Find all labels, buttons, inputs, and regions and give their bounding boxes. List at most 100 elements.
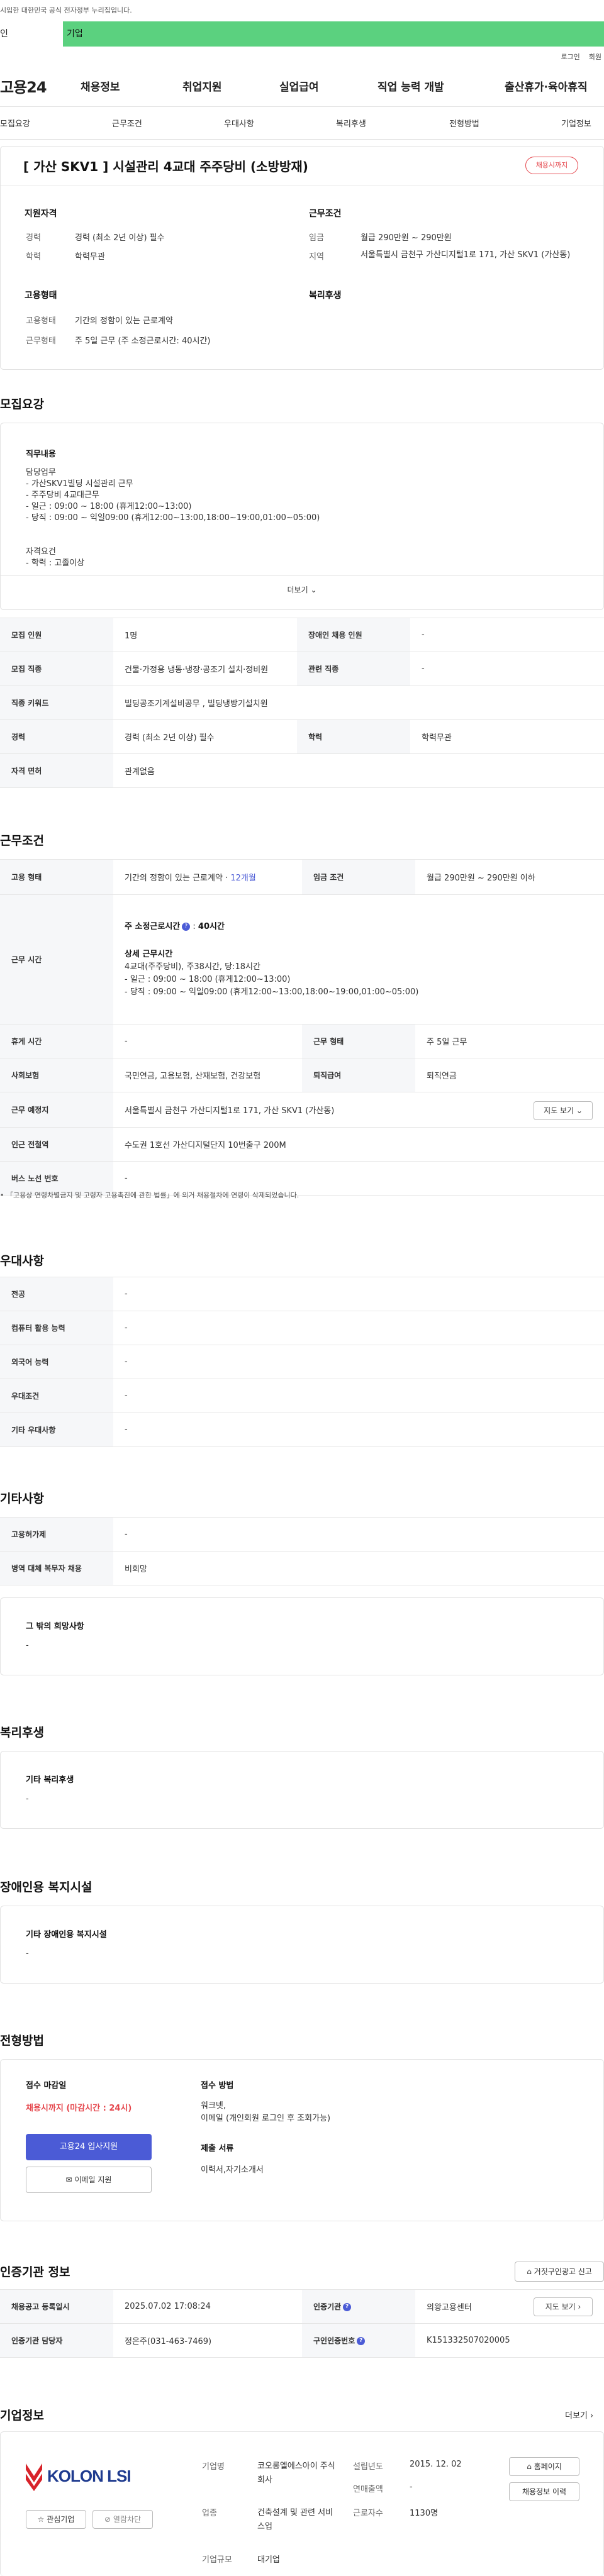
qualify-heading: 지원자격 bbox=[25, 209, 57, 219]
table-row: 근무 예정지 서울특별시 금천구 가산디지털1로 171, 가산 SKV1 (가… bbox=[0, 1092, 604, 1128]
menu-parental-leave[interactable]: 출산휴가·육아휴직 bbox=[505, 78, 588, 94]
wish-title: 그 밖의 희망사항 bbox=[26, 1622, 84, 1631]
gov-notice: 시입한 대한민국 공식 전자정부 누리집입니다. bbox=[0, 0, 604, 21]
conditions-heading: 근무조건 bbox=[0, 834, 44, 848]
login-link[interactable]: 로그인 bbox=[561, 52, 579, 65]
docs-title: 제출 서류 bbox=[201, 2144, 234, 2153]
tab-selection[interactable]: 전형방법 bbox=[449, 117, 479, 129]
cert-map-button[interactable]: 지도 보기 › bbox=[534, 2297, 593, 2316]
home-icon: ⌂ bbox=[527, 2462, 532, 2471]
menu-training[interactable]: 직업 능력 개발 bbox=[378, 78, 505, 94]
company-name-label: 기업명 bbox=[202, 2462, 225, 2472]
util-links: 로그인 회원 bbox=[0, 52, 604, 65]
region-label: 지역 bbox=[309, 252, 324, 262]
company-heading: 기업정보 bbox=[0, 2409, 44, 2423]
founded-label: 설립년도 bbox=[353, 2462, 383, 2472]
table-row: 휴게 시간 - 근무 형태 주 5일 근무 bbox=[0, 1024, 604, 1058]
employees-label: 근로자수 bbox=[353, 2509, 383, 2518]
table-row: 모집 직종 건물·가정용 냉동·냉장·공조기 설치·정비원 관련 직종 - bbox=[0, 652, 604, 686]
tab-welfare[interactable]: 복리후생 bbox=[336, 117, 366, 129]
favorite-company-button[interactable]: ☆ 관심기업 bbox=[26, 2510, 86, 2529]
info-icon[interactable]: ? bbox=[357, 2337, 366, 2345]
chevron-right-icon: › bbox=[578, 2302, 581, 2311]
menu-jobs[interactable]: 채용정보 bbox=[81, 78, 182, 94]
worktype-value: 주 5일 근무 (주 소정근로시간: 40시간) bbox=[75, 336, 211, 346]
edu-value: 학력무관 bbox=[75, 252, 105, 262]
site-logo[interactable]: 고용24 bbox=[0, 75, 81, 97]
map-button[interactable]: 지도 보기 ⌄ bbox=[534, 1101, 593, 1120]
company-logo: KOLON LSI bbox=[25, 2457, 157, 2495]
company-card: KOLON LSI ☆ 관심기업 ⊘ 열람차단 기업명 코오롱엘에스아이 주식회… bbox=[0, 2431, 604, 2576]
table-row: 인근 전철역 수도권 1호선 가산디지털단지 10번출구 200M bbox=[0, 1127, 604, 1162]
table-row: 인증기관 담당자 정은주(031-463-7469) 구인인증번호? K1513… bbox=[0, 2323, 604, 2358]
homepage-button[interactable]: ⌂ 홈페이지 bbox=[509, 2457, 579, 2476]
tab-company[interactable]: 기업정보 bbox=[561, 117, 591, 129]
tab-recruit[interactable]: 모집요강 bbox=[0, 117, 30, 129]
table-row: 컴퓨터 활용 능력 - bbox=[0, 1311, 604, 1345]
welfare-card: 기타 복리후생 - bbox=[0, 1751, 604, 1829]
recruit-heading: 모집요강 bbox=[0, 397, 44, 411]
wish-value: - bbox=[26, 1641, 29, 1650]
tab-company[interactable]: 기업 bbox=[63, 21, 83, 47]
wage-label: 임금 bbox=[309, 233, 324, 243]
cert-heading: 인증기관 정보 bbox=[0, 2265, 70, 2279]
mail-icon: ✉ bbox=[65, 2175, 72, 2184]
summary-card: [ 가산 SKV1 ] 시설관리 4교대 주주당비 (소방방재) 채용시까지 지… bbox=[0, 146, 604, 370]
size-label: 기업규모 bbox=[202, 2555, 232, 2565]
kolon-emblem-icon bbox=[26, 2463, 42, 2491]
size-value: 대기업 bbox=[257, 2555, 280, 2565]
age-notice: • 「고용상 연령차별금지 및 고령자 고용촉진에 관한 법률」에 의거 채용절… bbox=[0, 1191, 299, 1199]
wish-card: 그 밖의 희망사항 - bbox=[0, 1597, 604, 1675]
table-row: 모집 인원 1명 장애인 채용 인원 - bbox=[0, 618, 604, 652]
welfare-card-value: - bbox=[26, 1794, 29, 1804]
welfare-heading: 복리후생 bbox=[309, 291, 342, 301]
disabled-card: 기타 장애인용 복지시설 - bbox=[0, 1906, 604, 1984]
chevron-down-icon: ⌄ bbox=[576, 1106, 583, 1115]
wage-value: 월급 290만원 ~ 290만원 bbox=[361, 233, 452, 243]
emptype-label: 고용형태 bbox=[26, 316, 56, 326]
table-row: 병역 대체 복무자 채용 비희망 bbox=[0, 1551, 604, 1585]
welfare-heading-section: 복리후생 bbox=[0, 1726, 44, 1740]
job-desc-title: 직무내용 bbox=[26, 450, 56, 459]
table-row: 외국어 능력 - bbox=[0, 1345, 604, 1379]
table-row: 채용공고 등록일시 2025.07.02 17:08:24 인증기관? 의왕고용… bbox=[0, 2289, 604, 2324]
job-desc-card: 직무내용 담당업무 - 가산SKV1빌딩 시설관리 근무 - 주주당비 4교대근… bbox=[0, 423, 604, 610]
tab-preference[interactable]: 우대사항 bbox=[224, 117, 254, 129]
employees-value: 1130명 bbox=[410, 2509, 439, 2518]
star-icon: ☆ bbox=[37, 2515, 45, 2524]
table-row: 기타 우대사항 - bbox=[0, 1413, 604, 1447]
info-icon[interactable]: ? bbox=[343, 2303, 352, 2311]
disabled-card-title: 기타 장애인용 복지시설 bbox=[26, 1930, 107, 1940]
join-link[interactable]: 회원 bbox=[589, 52, 601, 65]
selection-heading: 전형방법 bbox=[0, 2034, 44, 2048]
table-row: 직종 키워드 빌딩공조기계설비공무 , 빌딩냉방기설치원 bbox=[0, 686, 604, 720]
block-company-button[interactable]: ⊘ 열람차단 bbox=[92, 2510, 153, 2529]
other-table: 고용허가제 - 병역 대체 복무자 채용 비희망 bbox=[0, 1517, 604, 1585]
table-row: 고용허가제 - bbox=[0, 1517, 604, 1552]
section-tabs: 모집요강 근무조건 우대사항 복리후생 전형방법 기업정보 bbox=[0, 107, 604, 140]
company-more-link[interactable]: 더보기 › bbox=[565, 2409, 593, 2421]
apply-button[interactable]: 고용24 입사지원 bbox=[26, 2134, 152, 2160]
method-title: 접수 방법 bbox=[201, 2081, 234, 2090]
tab-conditions[interactable]: 근무조건 bbox=[112, 117, 142, 129]
emptype-value: 기간의 정함이 있는 근로계약 bbox=[75, 316, 173, 326]
menu-unemployment[interactable]: 실업급여 bbox=[279, 78, 378, 94]
user-type-bar: 인 기업 bbox=[0, 21, 604, 47]
report-ad-button[interactable]: ⌂ 거짓구인광고 신고 bbox=[515, 2262, 604, 2282]
edu-label: 학력 bbox=[26, 252, 41, 262]
company-name-value: 코오롱엘에스아이 주식회사 bbox=[257, 2462, 335, 2485]
more-button[interactable]: 더보기 ⌄ bbox=[1, 584, 603, 595]
recruit-table: 모집 인원 1명 장애인 채용 인원 - 모집 직종 건물·가정용 냉동·냉장·… bbox=[0, 618, 604, 788]
job-history-button[interactable]: 채용정보 이력 bbox=[509, 2482, 579, 2501]
region-value: 서울특별시 금천구 가산디지털1로 171, 가산 SKV1 (가산동) bbox=[361, 250, 571, 260]
chevron-right-icon: › bbox=[590, 2411, 594, 2421]
email-apply-button[interactable]: ✉ 이메일 지원 bbox=[26, 2167, 152, 2193]
main-nav: 고용24 채용정보 취업지원 실업급여 직업 능력 개발 출산휴가·육아휴직 bbox=[0, 65, 604, 107]
info-icon[interactable]: ? bbox=[182, 922, 191, 931]
table-row: 사회보험 국민연금, 고용보험, 산재보험, 건강보험 퇴직급여 퇴직연금 bbox=[0, 1058, 604, 1092]
tab-individual[interactable]: 인 bbox=[0, 21, 63, 47]
menu-employment-support[interactable]: 취업지원 bbox=[182, 78, 279, 94]
method-value: 워크넷, 이메일 (개인회원 로그인 후 조회가능) bbox=[201, 2101, 331, 2123]
table-row: 우대조건 - bbox=[0, 1379, 604, 1413]
docs-value: 이력서,자기소개서 bbox=[201, 2165, 264, 2175]
